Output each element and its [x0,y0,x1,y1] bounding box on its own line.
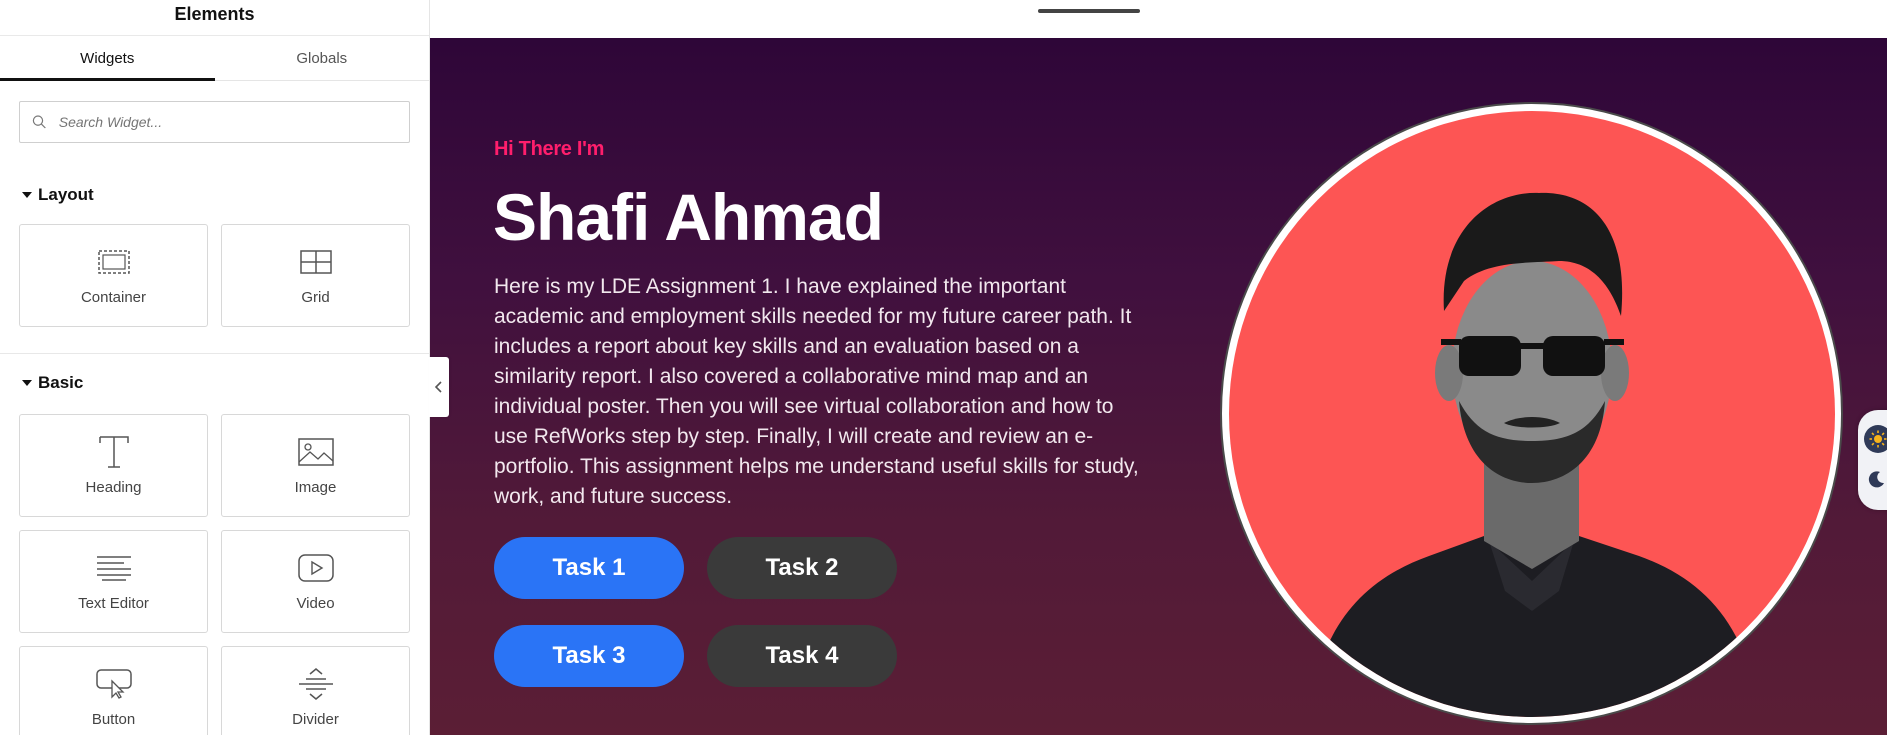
tab-widgets[interactable]: Widgets [0,36,215,81]
task-4-button[interactable]: Task 4 [707,625,897,687]
profile-photo [1228,110,1835,717]
widget-button[interactable]: Button [19,646,208,735]
profile-photo-frame [1220,102,1843,725]
heading-icon [98,436,129,468]
widget-container[interactable]: Container [19,224,208,327]
widget-search[interactable] [19,101,410,143]
widget-image[interactable]: Image [221,414,410,517]
section-divider [0,353,429,354]
divider-icon [298,668,333,700]
image-icon [297,438,334,466]
search-input[interactable] [56,113,397,131]
task-1-button[interactable]: Task 1 [494,537,684,599]
widget-video[interactable]: Video [221,530,410,633]
video-icon [297,554,334,582]
grid-icon [299,250,332,274]
theme-toggle[interactable] [1858,410,1887,510]
text-editor-icon [96,556,131,581]
caret-down-icon [22,192,32,198]
moon-icon[interactable] [1868,470,1886,493]
section-layout-title: Layout [38,185,94,204]
widget-label: Button [91,711,136,728]
chevron-left-icon [434,381,442,393]
widget-label: Text Editor [78,595,149,612]
hero-section: Hi There I'm Shafi Ahmad Here is my LDE … [430,38,1887,735]
widget-label: Container [80,289,147,306]
caret-down-icon [22,380,32,386]
collapse-panel-button[interactable] [429,357,449,417]
layout-widgets: Container Grid [0,224,429,327]
hero-name: Shafi Ahmad [493,180,884,254]
widget-grid[interactable]: Grid [221,224,410,327]
task-3-button[interactable]: Task 3 [494,625,684,687]
sun-icon[interactable] [1864,425,1887,453]
widget-label: Image [294,479,337,496]
panel-tabs: Widgets Globals [0,36,429,81]
basic-widgets: Heading Image Text Editor Video Button D… [0,414,429,735]
widget-label: Heading [85,479,142,496]
tab-globals[interactable]: Globals [215,36,430,80]
widget-label: Video [296,595,335,612]
hero-description: Here is my LDE Assignment 1. I have expl… [494,275,1139,508]
canvas-topbar [430,0,1887,38]
section-layout-header[interactable]: Layout [0,180,429,210]
drag-handle[interactable] [1038,9,1140,13]
widget-divider[interactable]: Divider [221,646,410,735]
widget-text-editor[interactable]: Text Editor [19,530,208,633]
panel-title: Elements [0,0,429,36]
elements-panel: Elements Widgets Globals Layout Containe… [0,0,430,735]
hero-intro: Hi There I'm [494,138,605,160]
widget-label: Divider [292,711,339,728]
person-portrait-illustration [1308,192,1759,717]
section-basic-header[interactable]: Basic [0,368,429,398]
widget-label: Grid [301,289,330,306]
container-icon [97,250,130,274]
button-icon [95,669,132,699]
section-basic-title: Basic [38,373,84,392]
search-icon [32,115,46,129]
task-2-button[interactable]: Task 2 [707,537,897,599]
widget-heading[interactable]: Heading [19,414,208,517]
